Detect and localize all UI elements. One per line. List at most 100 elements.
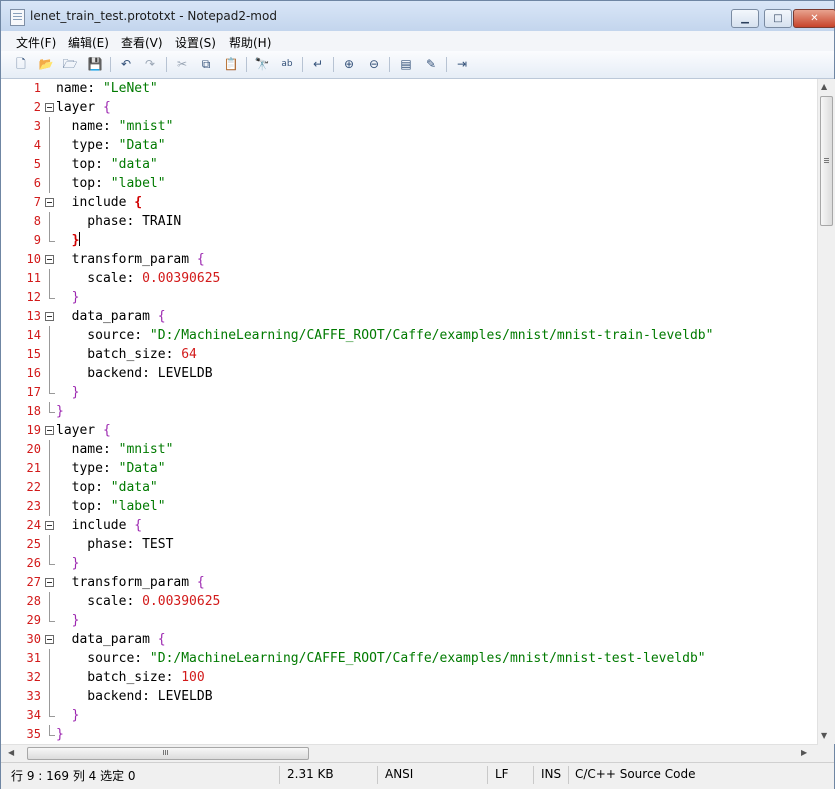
scroll-grip (824, 158, 829, 159)
code-text: phase: TRAIN (56, 214, 182, 229)
code-line[interactable]: 8 phase: TRAIN (1, 212, 818, 231)
code-line[interactable]: 15 batch_size: 64 (1, 345, 818, 364)
code-line[interactable]: 5 top: "data" (1, 155, 818, 174)
code-line[interactable]: 25 phase: TEST (1, 535, 818, 554)
line-number: 32 (26, 670, 41, 684)
scroll-left-icon[interactable]: ◀ (8, 748, 14, 757)
code-line[interactable]: 13 data_param { (1, 307, 818, 326)
replace-icon[interactable]: ab (278, 55, 296, 73)
toolbar-separator (246, 57, 247, 72)
scroll-down-icon[interactable]: ▼ (821, 731, 827, 740)
scroll-up-icon[interactable]: ▲ (821, 82, 827, 91)
code-line[interactable]: 7 include { (1, 193, 818, 212)
code-line[interactable]: 33 backend: LEVELDB (1, 687, 818, 706)
status-lexer[interactable]: C/C++ Source Code (575, 767, 695, 781)
menu-bar: 文件(F) 编辑(E) 查看(V) 设置(S) 帮助(H) (1, 31, 834, 51)
code-line[interactable]: 29 } (1, 611, 818, 630)
code-line[interactable]: 23 top: "label" (1, 497, 818, 516)
code-line[interactable]: 34 } (1, 706, 818, 725)
horizontal-scroll-thumb[interactable] (27, 747, 309, 760)
code-line[interactable]: 19 layer { (1, 421, 818, 440)
code-text: top: "data" (56, 480, 158, 495)
paste-icon[interactable]: 📋 (222, 55, 240, 73)
status-separator (279, 766, 280, 784)
code-line[interactable]: 9 } (1, 231, 818, 250)
undo-icon[interactable]: ↶ (117, 55, 135, 73)
cut-icon[interactable]: ✂ (173, 55, 191, 73)
code-line[interactable]: 22 top: "data" (1, 478, 818, 497)
code-line[interactable]: 14 source: "D:/MachineLearning/CAFFE_ROO… (1, 326, 818, 345)
line-number: 11 (26, 271, 41, 285)
vertical-scrollbar[interactable]: ▲ ▼ (817, 79, 835, 744)
status-eol[interactable]: LF (495, 767, 509, 781)
zoom-in-icon[interactable]: ⊕ (340, 55, 358, 73)
code-text: phase: TEST (56, 537, 174, 552)
code-line[interactable]: 18} (1, 402, 818, 421)
toolbar-separator (110, 57, 111, 72)
save-icon[interactable]: 💾 (86, 55, 104, 73)
code-line[interactable]: 30 data_param { (1, 630, 818, 649)
menu-view[interactable]: 查看(V) (121, 34, 163, 51)
horizontal-scrollbar[interactable]: ◀ ▶ (1, 744, 818, 762)
menu-settings[interactable]: 设置(S) (175, 34, 216, 51)
code-editor[interactable]: 1 name: "LeNet" 2 layer {3 name: "mnist" 4 t… (1, 79, 818, 744)
code-line[interactable]: 20 name: "mnist" (1, 440, 818, 459)
copy-icon[interactable]: ⧉ (197, 55, 215, 73)
code-line[interactable]: 27 transform_param { (1, 573, 818, 592)
code-text: type: "Data" (56, 461, 166, 476)
code-text: include { (56, 518, 143, 533)
fold-toggle-icon[interactable] (45, 421, 54, 440)
find-icon[interactable]: 🔭 (253, 55, 271, 73)
word-wrap-icon[interactable]: ↵ (309, 55, 327, 73)
schemes-icon[interactable]: ▤ (397, 55, 415, 73)
code-line[interactable]: 26 } (1, 554, 818, 573)
open-file-icon[interactable]: 📂 (37, 55, 55, 73)
code-line[interactable]: 32 batch_size: 100 (1, 668, 818, 687)
code-line[interactable]: 21 type: "Data" (1, 459, 818, 478)
code-text: scale: 0.00390625 (56, 271, 221, 286)
code-line[interactable]: 28 scale: 0.00390625 (1, 592, 818, 611)
code-line[interactable]: 2 layer { (1, 98, 818, 117)
code-line[interactable]: 24 include { (1, 516, 818, 535)
fold-toggle-icon[interactable] (45, 630, 54, 649)
code-text: name: "mnist" (56, 119, 174, 134)
code-line[interactable]: 35} (1, 725, 818, 744)
code-line[interactable]: 12 } (1, 288, 818, 307)
code-text: data_param { (56, 632, 166, 647)
scroll-right-icon[interactable]: ▶ (801, 748, 807, 757)
code-line[interactable]: 3 name: "mnist" (1, 117, 818, 136)
code-line[interactable]: 17 } (1, 383, 818, 402)
browse-icon[interactable]: 🗁 (61, 55, 79, 73)
vertical-scroll-thumb[interactable] (820, 96, 833, 226)
redo-icon[interactable]: ↷ (141, 55, 159, 73)
code-line[interactable]: 10 transform_param { (1, 250, 818, 269)
code-line[interactable]: 1 name: "LeNet" (1, 79, 818, 98)
fold-toggle-icon[interactable] (45, 573, 54, 592)
fold-toggle-icon[interactable] (45, 98, 54, 117)
new-file-icon[interactable]: 🗋 (12, 55, 30, 73)
code-text: include { (56, 195, 143, 210)
code-line[interactable]: 11 scale: 0.00390625 (1, 269, 818, 288)
menu-file[interactable]: 文件(F) (16, 34, 56, 51)
menu-edit[interactable]: 编辑(E) (68, 34, 109, 51)
code-line[interactable]: 31 source: "D:/MachineLearning/CAFFE_ROO… (1, 649, 818, 668)
code-text: top: "data" (56, 157, 158, 172)
zoom-out-icon[interactable]: ⊖ (365, 55, 383, 73)
code-line[interactable]: 16 backend: LEVELDB (1, 364, 818, 383)
status-encoding[interactable]: ANSI (385, 767, 413, 781)
minimize-button[interactable]: ▁ (731, 9, 759, 28)
fold-toggle-icon[interactable] (45, 250, 54, 269)
fold-toggle-icon[interactable] (45, 193, 54, 212)
code-text: } (71, 290, 80, 305)
fold-marker (45, 269, 54, 288)
maximize-button[interactable]: □ (764, 9, 792, 28)
status-insert-mode[interactable]: INS (541, 767, 561, 781)
code-line[interactable]: 4 type: "Data" (1, 136, 818, 155)
customize-icon[interactable]: ✎ (422, 55, 440, 73)
menu-help[interactable]: 帮助(H) (229, 34, 271, 51)
fold-toggle-icon[interactable] (45, 307, 54, 326)
close-button[interactable]: ✕ (793, 9, 835, 28)
exit-icon[interactable]: ⇥ (453, 55, 471, 73)
code-line[interactable]: 6 top: "label" (1, 174, 818, 193)
fold-toggle-icon[interactable] (45, 516, 54, 535)
